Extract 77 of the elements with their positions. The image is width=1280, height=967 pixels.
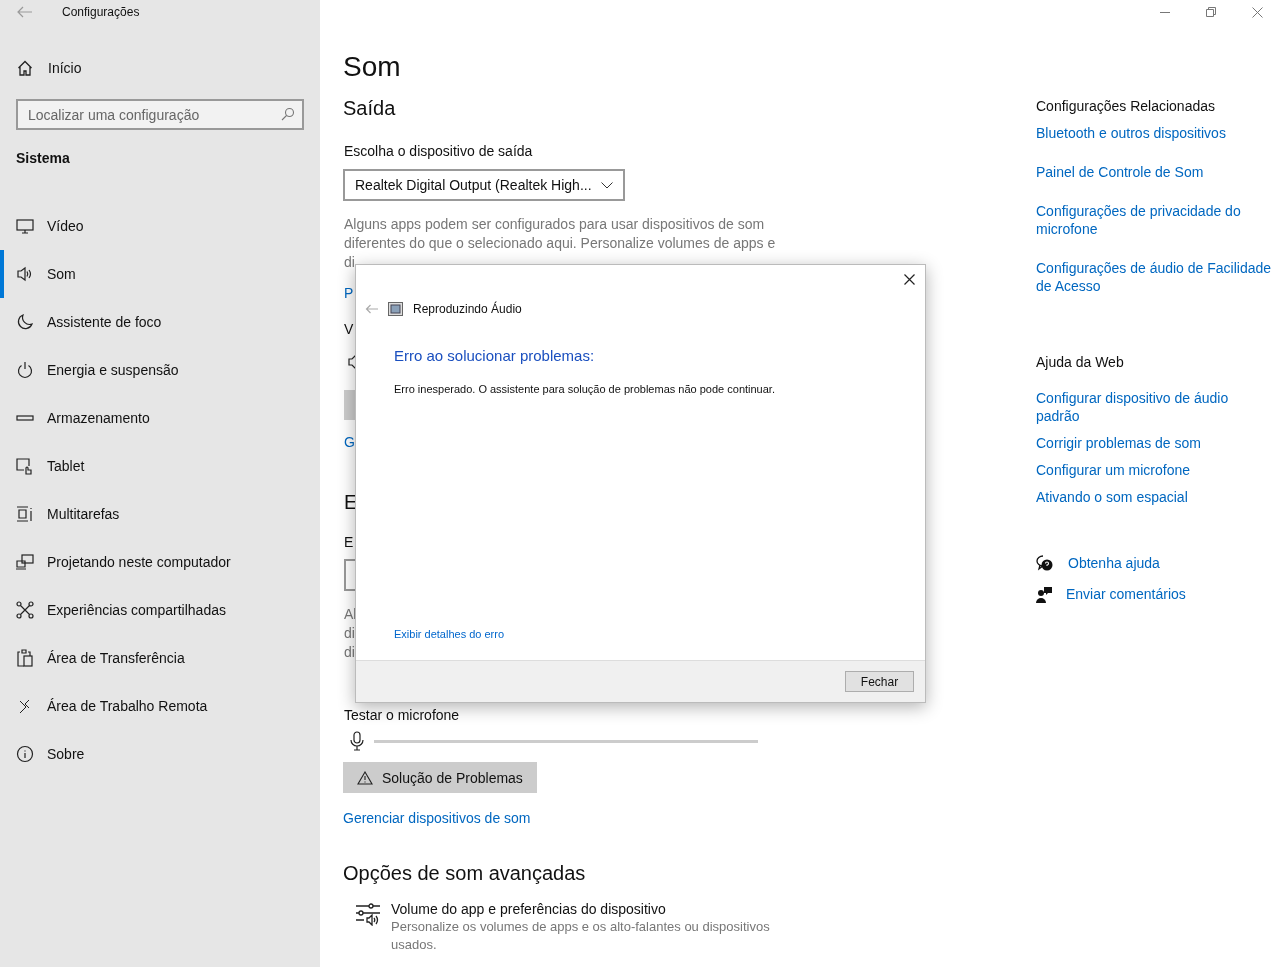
moon-icon <box>16 313 34 331</box>
section-heading: Configurações Relacionadas <box>1036 97 1216 115</box>
link-fragment[interactable]: P <box>344 284 354 302</box>
text-fragment: di <box>344 253 355 271</box>
minimize-icon[interactable] <box>1160 11 1170 13</box>
sidebar-item[interactable]: Vídeo <box>0 202 320 250</box>
section-heading: Opções de som avançadas <box>343 861 587 886</box>
output-device-dropdown[interactable]: Realtek Digital Output (Realtek High... <box>343 169 625 201</box>
error-heading: Erro ao solucionar problemas: <box>394 347 596 364</box>
search-field[interactable]: Localizar uma configuração <box>16 99 304 130</box>
text-fragment: di <box>344 643 355 661</box>
manage-devices-link[interactable]: Gerenciar dispositivos de som <box>343 810 803 826</box>
close-icon[interactable] <box>904 274 915 285</box>
troubleshooter-icon <box>388 302 403 316</box>
field-label: Testar o microfone <box>343 706 461 724</box>
page-title: Som <box>343 50 402 84</box>
help-chat-icon <box>1036 554 1054 572</box>
microphone-icon <box>350 731 364 751</box>
text-fragment: di <box>344 624 355 642</box>
warning-icon <box>357 770 373 785</box>
info-icon <box>16 745 34 763</box>
related-link[interactable]: Painel de Controle de Som <box>1036 163 1273 181</box>
speaker-icon <box>16 265 34 283</box>
multitask-icon <box>16 505 34 523</box>
related-link[interactable]: Configurações de privacidade do microfone <box>1036 202 1273 238</box>
close-button[interactable]: Fechar <box>845 671 914 692</box>
clipboard-icon <box>16 649 34 667</box>
support-link[interactable]: Enviar comentários <box>1066 586 1186 602</box>
error-details-link[interactable]: Exibir detalhes do erro <box>394 628 925 640</box>
window-title: Configurações <box>62 5 140 19</box>
sidebar-item[interactable]: Energia e suspensão <box>0 346 320 394</box>
help-link[interactable]: Configurar um microfone <box>1036 461 1273 479</box>
sidebar-item[interactable]: Sobre <box>0 730 320 778</box>
field-label: Escolha o dispositivo de saída <box>343 142 534 160</box>
sidebar-item[interactable]: Tablet <box>0 442 320 490</box>
label-fragment: E <box>344 533 354 551</box>
sidebar-item[interactable]: Armazenamento <box>0 394 320 442</box>
support-link[interactable]: Obtenha ajuda <box>1068 555 1160 571</box>
item-description: Personalize os volumes de apps e os alto-falantes ou dispositivos usados. <box>391 918 771 954</box>
help-link[interactable]: Configurar dispositivo de áudio padrão <box>1036 389 1273 425</box>
power-icon <box>16 361 34 379</box>
help-link[interactable]: Corrigir problemas de som <box>1036 434 1273 452</box>
slider-fragment <box>344 390 356 420</box>
link-fragment[interactable]: G <box>344 433 355 451</box>
section-heading: Sistema <box>16 150 71 166</box>
mixer-icon <box>355 902 381 926</box>
label-fragment: V <box>344 320 354 338</box>
item-title: Volume do app e preferências do dispositivo <box>391 900 667 918</box>
dialog-title: Reproduzindo Áudio <box>413 302 522 316</box>
restore-icon[interactable] <box>1206 7 1216 17</box>
heading-fragment: E <box>344 490 358 515</box>
chevron-down-icon <box>601 181 613 189</box>
sidebar-item[interactable]: Multitarefas <box>0 490 320 538</box>
sidebar-item[interactable]: Área de Trabalho Remota <box>0 682 320 730</box>
section-heading: Ajuda da Web <box>1036 353 1125 371</box>
home-nav-item[interactable]: Início <box>17 56 320 80</box>
related-link[interactable]: Bluetooth e outros dispositivos <box>1036 124 1273 142</box>
display-icon <box>16 217 34 235</box>
back-arrow-icon[interactable] <box>17 6 33 18</box>
error-message: Erro inesperado. O assistente para solução de problemas não pode continuar. <box>394 383 776 395</box>
app-volume-item[interactable]: Volume do app e preferências do dispositivo Personalize os volumes de apps e os alto-falantes ou dispositivos usados. <box>355 900 803 954</box>
text-fragment: Al <box>344 605 357 623</box>
sidebar-item[interactable]: Área de Transferência <box>0 634 320 682</box>
sidebar-item[interactable]: Assistente de foco <box>0 298 320 346</box>
project-icon <box>16 553 34 571</box>
related-link[interactable]: Configurações de áudio de Facilidade de Acesso <box>1036 259 1273 295</box>
shared-icon <box>16 601 34 619</box>
sidebar-item[interactable]: Projetando neste computador <box>0 538 320 586</box>
tablet-icon <box>16 457 34 475</box>
feedback-icon <box>1036 585 1052 603</box>
section-heading: Saída <box>343 96 397 121</box>
help-link[interactable]: Ativando o som espacial <box>1036 488 1273 506</box>
sidebar-item[interactable]: Experiências compartilhadas <box>0 586 320 634</box>
home-icon <box>17 60 33 76</box>
search-icon <box>281 107 295 121</box>
remote-icon <box>19 698 30 714</box>
troubleshoot-button[interactable]: Solução de Problemas <box>343 762 537 793</box>
